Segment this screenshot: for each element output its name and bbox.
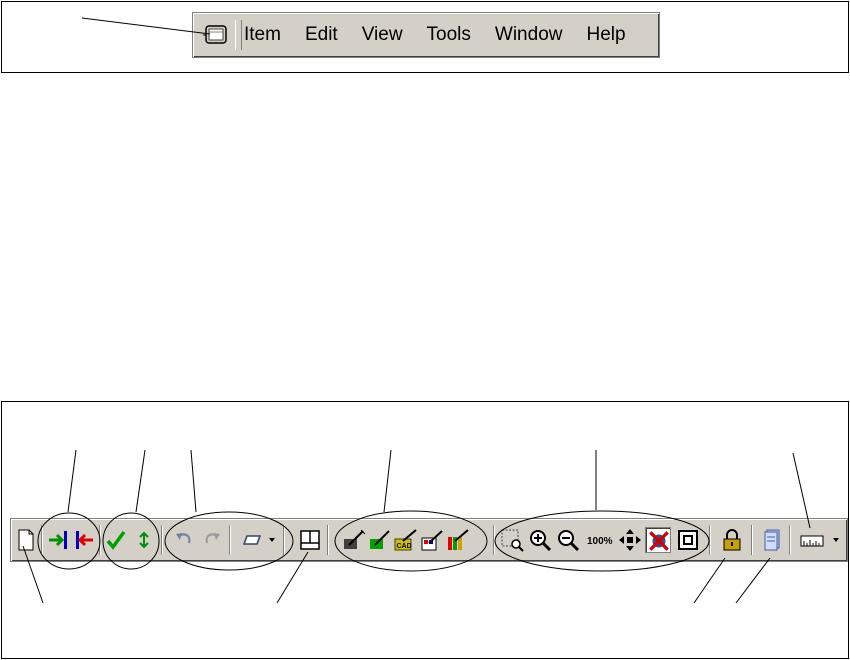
menu-item-window[interactable]: Window (483, 20, 575, 50)
svg-text:100%: 100% (587, 536, 613, 547)
cad-tool-icon[interactable]: CAD (393, 527, 419, 553)
edit-tool-1-icon[interactable] (341, 527, 367, 553)
menu-bar: Item Edit View Tools Window Help (192, 12, 660, 58)
zoom-out-icon[interactable] (555, 527, 581, 553)
zoom-window-icon[interactable] (499, 527, 525, 553)
toolbar-separator (161, 525, 163, 555)
edit-tool-4-icon[interactable] (419, 527, 445, 553)
menu-item-edit[interactable]: Edit (293, 20, 350, 50)
split-view-icon[interactable] (297, 527, 323, 553)
menu-item-tools[interactable]: Tools (415, 20, 483, 50)
document-stack-icon[interactable] (759, 527, 785, 553)
pan-icon[interactable] (617, 527, 643, 553)
redo-icon[interactable] (199, 527, 225, 553)
undo-icon[interactable] (171, 527, 197, 553)
window-control-icon[interactable] (203, 22, 231, 48)
menubar-grip[interactable] (235, 20, 242, 50)
svg-text:CAD: CAD (397, 543, 412, 550)
toolbar-separator (99, 525, 101, 555)
fit-icon[interactable] (675, 527, 701, 553)
disabled-x-icon[interactable] (645, 527, 671, 553)
chevron-down-icon[interactable] (267, 529, 277, 551)
toolbar-separator (327, 525, 329, 555)
zoom-100-icon[interactable]: 100% (587, 527, 613, 553)
edit-tool-2-icon[interactable] (367, 527, 393, 553)
toolbar-separator (493, 525, 495, 555)
measure-icon[interactable] (799, 527, 825, 553)
toolbar-separator (751, 525, 753, 555)
view-selector-icon[interactable] (239, 527, 265, 553)
refresh-icon[interactable] (131, 527, 157, 553)
check-in-icon[interactable] (45, 527, 71, 553)
toolbar-separator (789, 525, 791, 555)
toolbar-separator (41, 525, 43, 555)
edit-tool-5-icon[interactable] (445, 527, 471, 553)
lock-icon[interactable] (719, 527, 745, 553)
toolbar-separator (229, 525, 231, 555)
approve-icon[interactable] (103, 527, 129, 553)
new-document-icon[interactable] (13, 527, 39, 553)
menu-item-view[interactable]: View (350, 20, 415, 50)
menu-item-help[interactable]: Help (574, 20, 637, 50)
toolbar-separator (709, 525, 711, 555)
check-out-icon[interactable] (71, 527, 97, 553)
chevron-down-icon[interactable] (831, 529, 841, 551)
zoom-in-icon[interactable] (527, 527, 553, 553)
menu-item-item[interactable]: Item (244, 20, 293, 50)
main-toolbar: CAD 100% (10, 518, 848, 562)
toolbar-separator (283, 525, 285, 555)
